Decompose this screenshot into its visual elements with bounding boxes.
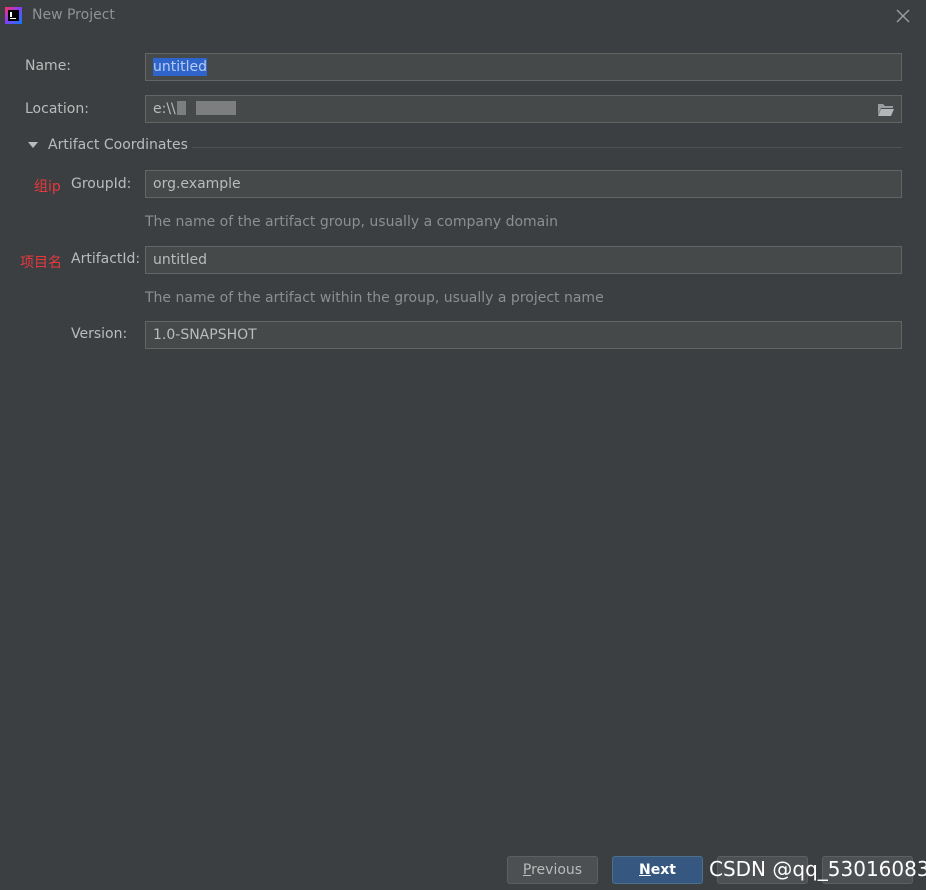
location-value: e:\\: [153, 101, 176, 117]
version-value: 1.0-SNAPSHOT: [153, 327, 257, 343]
location-input[interactable]: e:\\: [145, 95, 902, 123]
groupid-annotation: 组ip: [34, 179, 61, 195]
artifact-coordinates-section: Artifact Coordinates: [28, 137, 902, 157]
title-bar: New Project: [0, 0, 926, 32]
groupid-input[interactable]: org.example: [145, 170, 902, 198]
folder-open-icon[interactable]: [877, 102, 895, 117]
redacted-path: [176, 101, 186, 115]
previous-button[interactable]: Previous: [507, 856, 598, 884]
window-title: New Project: [32, 7, 115, 23]
name-value: untitled: [153, 58, 208, 76]
location-label: Location:: [25, 101, 89, 117]
intellij-idea-icon: [5, 7, 22, 24]
previous-label: revious: [531, 862, 583, 878]
name-label: Name:: [25, 58, 72, 74]
next-button[interactable]: Next: [612, 856, 703, 884]
groupid-label: GroupId:: [71, 176, 132, 192]
section-divider: [192, 147, 902, 148]
close-icon[interactable]: [894, 7, 912, 25]
cancel-button[interactable]: [717, 856, 808, 884]
version-input[interactable]: 1.0-SNAPSHOT: [145, 321, 902, 349]
artifactid-input[interactable]: untitled: [145, 246, 902, 274]
section-title[interactable]: Artifact Coordinates: [48, 137, 188, 153]
version-label: Version:: [71, 326, 128, 342]
artifactid-value: untitled: [153, 252, 208, 268]
help-button[interactable]: [822, 856, 913, 884]
artifactid-annotation: 项目名: [20, 255, 62, 271]
next-mnemonic: N: [639, 862, 651, 878]
groupid-value: org.example: [153, 176, 241, 192]
name-input[interactable]: untitled: [145, 53, 902, 81]
groupid-hint: The name of the artifact group, usually …: [145, 214, 558, 230]
artifactid-hint: The name of the artifact within the grou…: [145, 290, 604, 306]
triangle-down-icon[interactable]: [28, 142, 38, 148]
next-label: ext: [650, 862, 676, 878]
redacted-path: [195, 101, 236, 115]
artifactid-label: ArtifactId:: [71, 251, 141, 267]
previous-mnemonic: P: [522, 862, 532, 878]
